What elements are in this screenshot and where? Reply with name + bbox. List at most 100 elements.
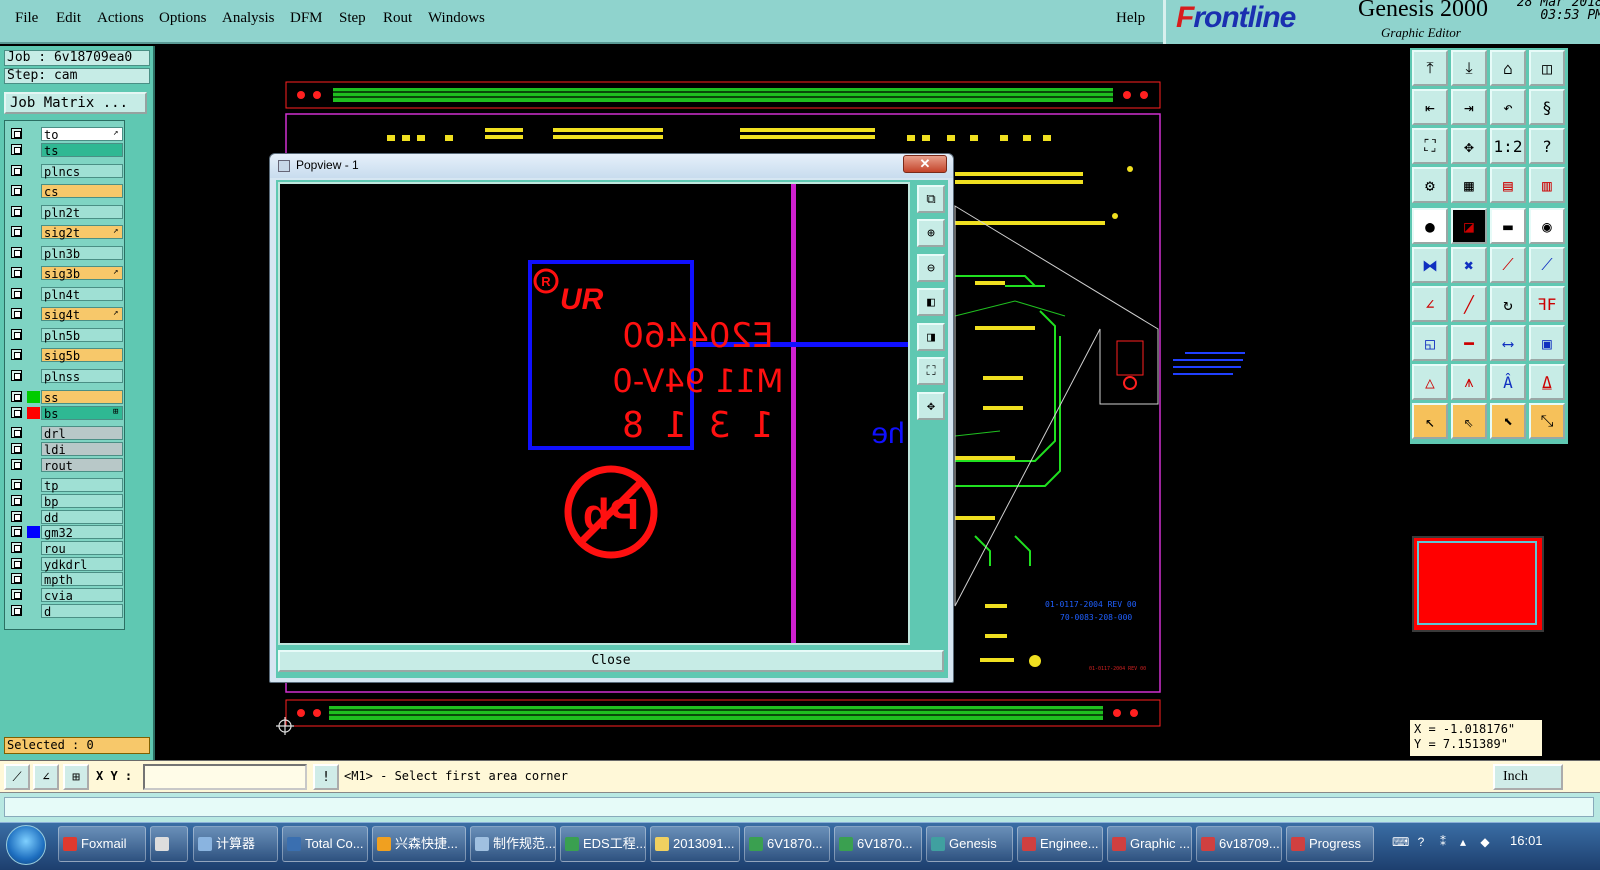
layer-name[interactable]: sig5b [41, 348, 123, 363]
layer-checkbox[interactable] [11, 605, 22, 616]
layer-checkbox[interactable] [11, 165, 22, 176]
layer-row[interactable]: sig3b ↗ [7, 266, 125, 281]
layer-name[interactable]: pln4t [41, 287, 123, 302]
start-button[interactable] [6, 825, 46, 865]
unit-selector[interactable]: Inch [1493, 764, 1563, 790]
width-icon[interactable]: ⟷ [1490, 325, 1526, 361]
layer-row[interactable]: d [7, 604, 125, 619]
triangle-arrow-icon[interactable]: Â [1490, 364, 1526, 400]
triangle-up-icon[interactable]: ⩚ [1451, 364, 1487, 400]
popview-viewport[interactable]: R UR E204460 M11 94V-0 1 3 1 8 Pb he [278, 182, 910, 645]
taskbar-item[interactable]: 6V1870... [834, 826, 922, 862]
help-tray-icon[interactable]: ? [1414, 835, 1428, 849]
taskbar-item[interactable] [150, 826, 188, 862]
settings-icon[interactable]: ⚙ [1412, 167, 1448, 203]
pointer-circle-icon[interactable]: ⬉ [1490, 403, 1526, 439]
layer-name[interactable]: plnss [41, 369, 123, 384]
layer-checkbox[interactable] [11, 495, 22, 506]
circle-icon[interactable]: ◉ [1529, 208, 1565, 244]
language-icon[interactable]: ⁑ [1436, 835, 1450, 849]
measure-icon[interactable]: ◪ [1451, 208, 1487, 244]
pan-right-icon[interactable]: ⇥ [1451, 89, 1487, 125]
line-point-icon[interactable]: ⟋ [1490, 247, 1526, 283]
layer-name[interactable]: d [41, 604, 123, 619]
layer-row[interactable]: ldi [7, 442, 125, 457]
layer-name[interactable]: to [41, 127, 123, 142]
overview-map[interactable] [1412, 536, 1544, 632]
layer-row[interactable]: rout [7, 458, 125, 473]
fit-screen-icon[interactable]: ⛶ [917, 357, 945, 385]
taskbar-item[interactable]: Enginee... [1017, 826, 1103, 862]
taskbar-item[interactable]: 6v18709... [1196, 826, 1282, 862]
layer-row[interactable]: drl [7, 426, 125, 441]
slope-icon[interactable]: ╱ [1451, 286, 1487, 322]
layer-checkbox[interactable] [11, 573, 22, 584]
layer-checkbox[interactable] [11, 128, 22, 139]
layer-name[interactable]: rou [41, 541, 123, 556]
layer-checkbox[interactable] [11, 144, 22, 155]
pan-left-icon[interactable]: ⇤ [1412, 89, 1448, 125]
layer-name[interactable]: drl [41, 426, 123, 441]
alert-icon[interactable]: ! [313, 764, 339, 790]
zoom-home-icon[interactable]: ⤒ [1412, 50, 1448, 86]
layer-row[interactable]: sig2t ↗ [7, 225, 125, 240]
overview-window[interactable] [1417, 541, 1537, 625]
fit-profile-icon[interactable]: ✥ [1451, 128, 1487, 164]
menu-help[interactable]: Help [1116, 10, 1145, 27]
job-matrix-button[interactable]: Job Matrix ... [4, 92, 147, 114]
pan-left-icon[interactable]: ◧ [917, 288, 945, 316]
layer-checkbox[interactable] [11, 558, 22, 569]
keyboard-icon[interactable]: ⌨ [1392, 835, 1409, 849]
taskbar-item[interactable]: Total Co... [282, 826, 368, 862]
taskbar-item[interactable]: 制作规范... [470, 826, 556, 862]
layer-checkbox[interactable] [11, 589, 22, 600]
layer-row[interactable]: ydkdrl [7, 557, 125, 572]
xy-input[interactable] [143, 764, 307, 790]
layer-name[interactable]: sig2t [41, 225, 123, 240]
layer-checkbox[interactable] [11, 288, 22, 299]
close-button[interactable]: Close [278, 650, 944, 672]
triangle-line-icon[interactable]: ⍙ [1529, 364, 1565, 400]
taskbar-item[interactable]: Genesis [926, 826, 1013, 862]
home-icon[interactable]: ⌂ [1490, 50, 1526, 86]
network-icon[interactable]: ◆ [1478, 835, 1492, 849]
select-mode-icon[interactable]: ⟋ [4, 764, 30, 790]
layer-name[interactable]: rout [41, 458, 123, 473]
layer-name[interactable]: cvia [41, 588, 123, 603]
layer-name[interactable]: ss [41, 390, 123, 405]
menu-edit[interactable]: Edit [56, 10, 81, 27]
taskbar-item[interactable]: EDS工程... [560, 826, 646, 862]
group-icon[interactable]: ▣ [1529, 325, 1565, 361]
distance-icon[interactable]: ━ [1451, 325, 1487, 361]
mirror-icon[interactable]: ꟻF [1529, 286, 1565, 322]
layer-checkbox[interactable] [11, 511, 22, 522]
pointer-box-icon[interactable]: ⇖ [1451, 403, 1487, 439]
layer-name[interactable]: pln3b [41, 246, 123, 261]
layer-name[interactable]: mpth [41, 572, 123, 587]
menu-file[interactable]: File [15, 10, 38, 27]
connect-icon[interactable]: ⧓ [1412, 247, 1448, 283]
layer-checkbox[interactable] [11, 185, 22, 196]
layer-checkbox[interactable] [11, 267, 22, 278]
layer-name[interactable]: bs [41, 406, 123, 421]
layer-select-icon[interactable]: ▥ [1529, 167, 1565, 203]
arc-icon[interactable]: ↻ [1490, 286, 1526, 322]
layer-checkbox[interactable] [11, 407, 22, 418]
menu-options[interactable]: Options [159, 10, 207, 27]
layer-checkbox[interactable] [11, 443, 22, 454]
layer-row[interactable]: mpth [7, 572, 125, 587]
grid-snap-icon[interactable]: ⊞ [63, 764, 89, 790]
split-view-icon[interactable]: ◫ [1529, 50, 1565, 86]
layer-name[interactable]: ldi [41, 442, 123, 457]
taskbar-item[interactable]: 计算器 [193, 826, 278, 862]
layer-row[interactable]: pln5b [7, 328, 125, 343]
pad-icon[interactable]: ● [1412, 208, 1448, 244]
ruler-icon[interactable]: ▬ [1490, 208, 1526, 244]
taskbar-item[interactable]: 2013091... [650, 826, 740, 862]
menu-rout[interactable]: Rout [383, 10, 412, 27]
layer-row[interactable]: rou [7, 541, 125, 556]
layer-name[interactable]: pln2t [41, 205, 123, 220]
layer-checkbox[interactable] [11, 370, 22, 381]
angle-mode-icon[interactable]: ∠ [33, 764, 59, 790]
scale-icon[interactable]: 1:2 [1490, 128, 1526, 164]
